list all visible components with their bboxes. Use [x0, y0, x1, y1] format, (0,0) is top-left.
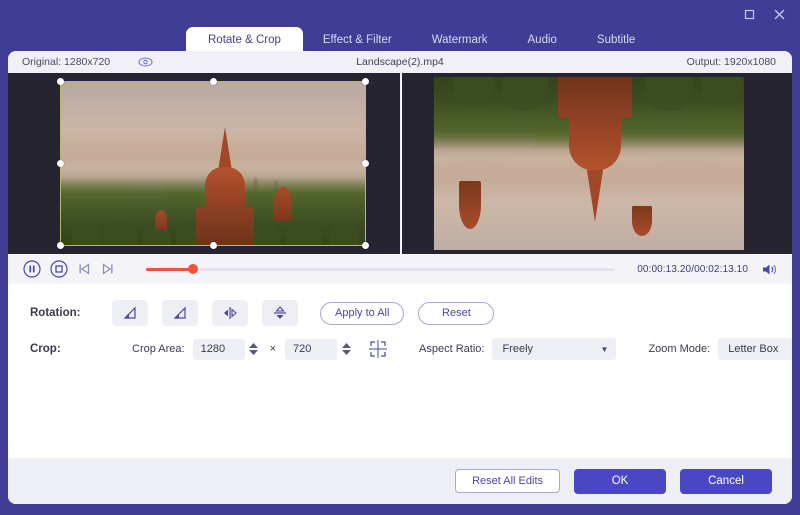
reset-label: Reset [442, 307, 471, 319]
aspect-ratio-value: Freely [502, 343, 534, 355]
tab-label: Watermark [431, 33, 488, 46]
cancel-label: Cancel [708, 475, 744, 487]
footer-actions: Reset All Edits OK Cancel [8, 458, 792, 504]
ok-label: OK [611, 475, 629, 487]
pause-button[interactable] [22, 260, 41, 279]
rotation-button-group: Apply to All Reset [102, 300, 495, 326]
video-editor-window: Rotate & Crop Effect & Filter Watermark … [0, 0, 800, 515]
rotate-right-button[interactable] [162, 300, 198, 326]
tab-effect-filter[interactable]: Effect & Filter [303, 27, 412, 52]
tab-label: Audio [527, 33, 557, 46]
rotate-left-button[interactable] [112, 300, 148, 326]
reset-rotation-button[interactable]: Reset [418, 301, 495, 325]
tab-label: Effect & Filter [322, 33, 392, 46]
rotation-label: Rotation: [30, 307, 81, 319]
crop-label: Crop: [30, 343, 61, 355]
flip-vertical-button[interactable] [262, 300, 298, 326]
tab-subtitle[interactable]: Subtitle [577, 27, 655, 52]
slider-track [146, 267, 616, 271]
source-preview[interactable] [8, 73, 400, 254]
output-preview [400, 73, 792, 254]
crop-width-stepper[interactable] [247, 339, 261, 360]
tab-label: Rotate & Crop [208, 33, 281, 46]
aspect-ratio-label: Aspect Ratio: [419, 343, 485, 355]
zoom-mode-group: Zoom Mode: Letter Box ▼ [648, 338, 792, 360]
crop-height-input[interactable]: 720 [285, 338, 338, 360]
restore-window-button[interactable] [742, 7, 756, 21]
output-resolution-label: Output: 1920x1080 [686, 56, 776, 68]
reset-all-edits-label: Reset All Edits [472, 475, 543, 487]
flip-horizontal-button[interactable] [212, 300, 248, 326]
previous-frame-button[interactable] [76, 260, 92, 279]
tab-label: Subtitle [596, 33, 636, 46]
crop-width-input[interactable]: 1280 [192, 338, 245, 360]
crop-height-stepper[interactable] [339, 339, 353, 360]
next-frame-button[interactable] [100, 260, 116, 279]
output-video-frame [434, 77, 744, 250]
apply-to-all-button[interactable]: Apply to All [320, 301, 405, 325]
file-name-label: Landscape(2).mp4 [356, 56, 444, 68]
dimension-separator: × [269, 343, 277, 355]
chevron-down-icon: ▼ [600, 344, 609, 354]
zoom-mode-label: Zoom Mode: [648, 343, 711, 355]
crop-row: Crop: Crop Area: 1280 × 720 Aspect Ratio… [8, 332, 792, 366]
cancel-button[interactable]: Cancel [680, 468, 772, 494]
tab-watermark[interactable]: Watermark [412, 27, 508, 52]
playback-bar: 00:00:13.20/00:02:13.10 [8, 254, 792, 284]
title-bar [0, 0, 800, 28]
reset-all-edits-button[interactable]: Reset All Edits [455, 469, 560, 493]
tab-audio[interactable]: Audio [508, 27, 577, 52]
zoom-mode-select[interactable]: Letter Box ▼ [718, 338, 792, 360]
crop-area-label: Crop Area: [132, 343, 185, 355]
slider-fill [146, 267, 193, 271]
volume-icon[interactable] [762, 263, 778, 276]
crop-handles-icon[interactable] [367, 338, 389, 360]
crop-area-group: Crop Area: 1280 × 720 [132, 338, 389, 360]
rotation-row: Rotation: Apply to All Reset [8, 294, 792, 332]
stop-button[interactable] [49, 260, 68, 279]
close-window-button[interactable] [772, 7, 786, 21]
slider-thumb[interactable] [187, 264, 198, 274]
source-video-frame [60, 81, 366, 246]
tab-bar: Rotate & Crop Effect & Filter Watermark … [0, 26, 800, 52]
tab-rotate-crop[interactable]: Rotate & Crop [186, 27, 303, 52]
zoom-mode-value: Letter Box [728, 343, 779, 355]
apply-to-all-label: Apply to All [335, 307, 390, 319]
ok-button[interactable]: OK [574, 468, 666, 494]
aspect-ratio-group: Aspect Ratio: Freely ▼ [419, 338, 617, 360]
media-info-strip: Original: 1280x720 Landscape(2).mp4 Outp… [8, 51, 792, 73]
editor-panel: Original: 1280x720 Landscape(2).mp4 Outp… [8, 51, 792, 504]
controls-section: Rotation: Apply to All Reset Crop: Crop … [8, 284, 792, 504]
aspect-ratio-select[interactable]: Freely ▼ [492, 338, 617, 360]
progress-slider[interactable] [146, 261, 616, 277]
preview-area [8, 73, 792, 254]
timecode-label: 00:00:13.20/00:02:13.10 [637, 263, 748, 275]
